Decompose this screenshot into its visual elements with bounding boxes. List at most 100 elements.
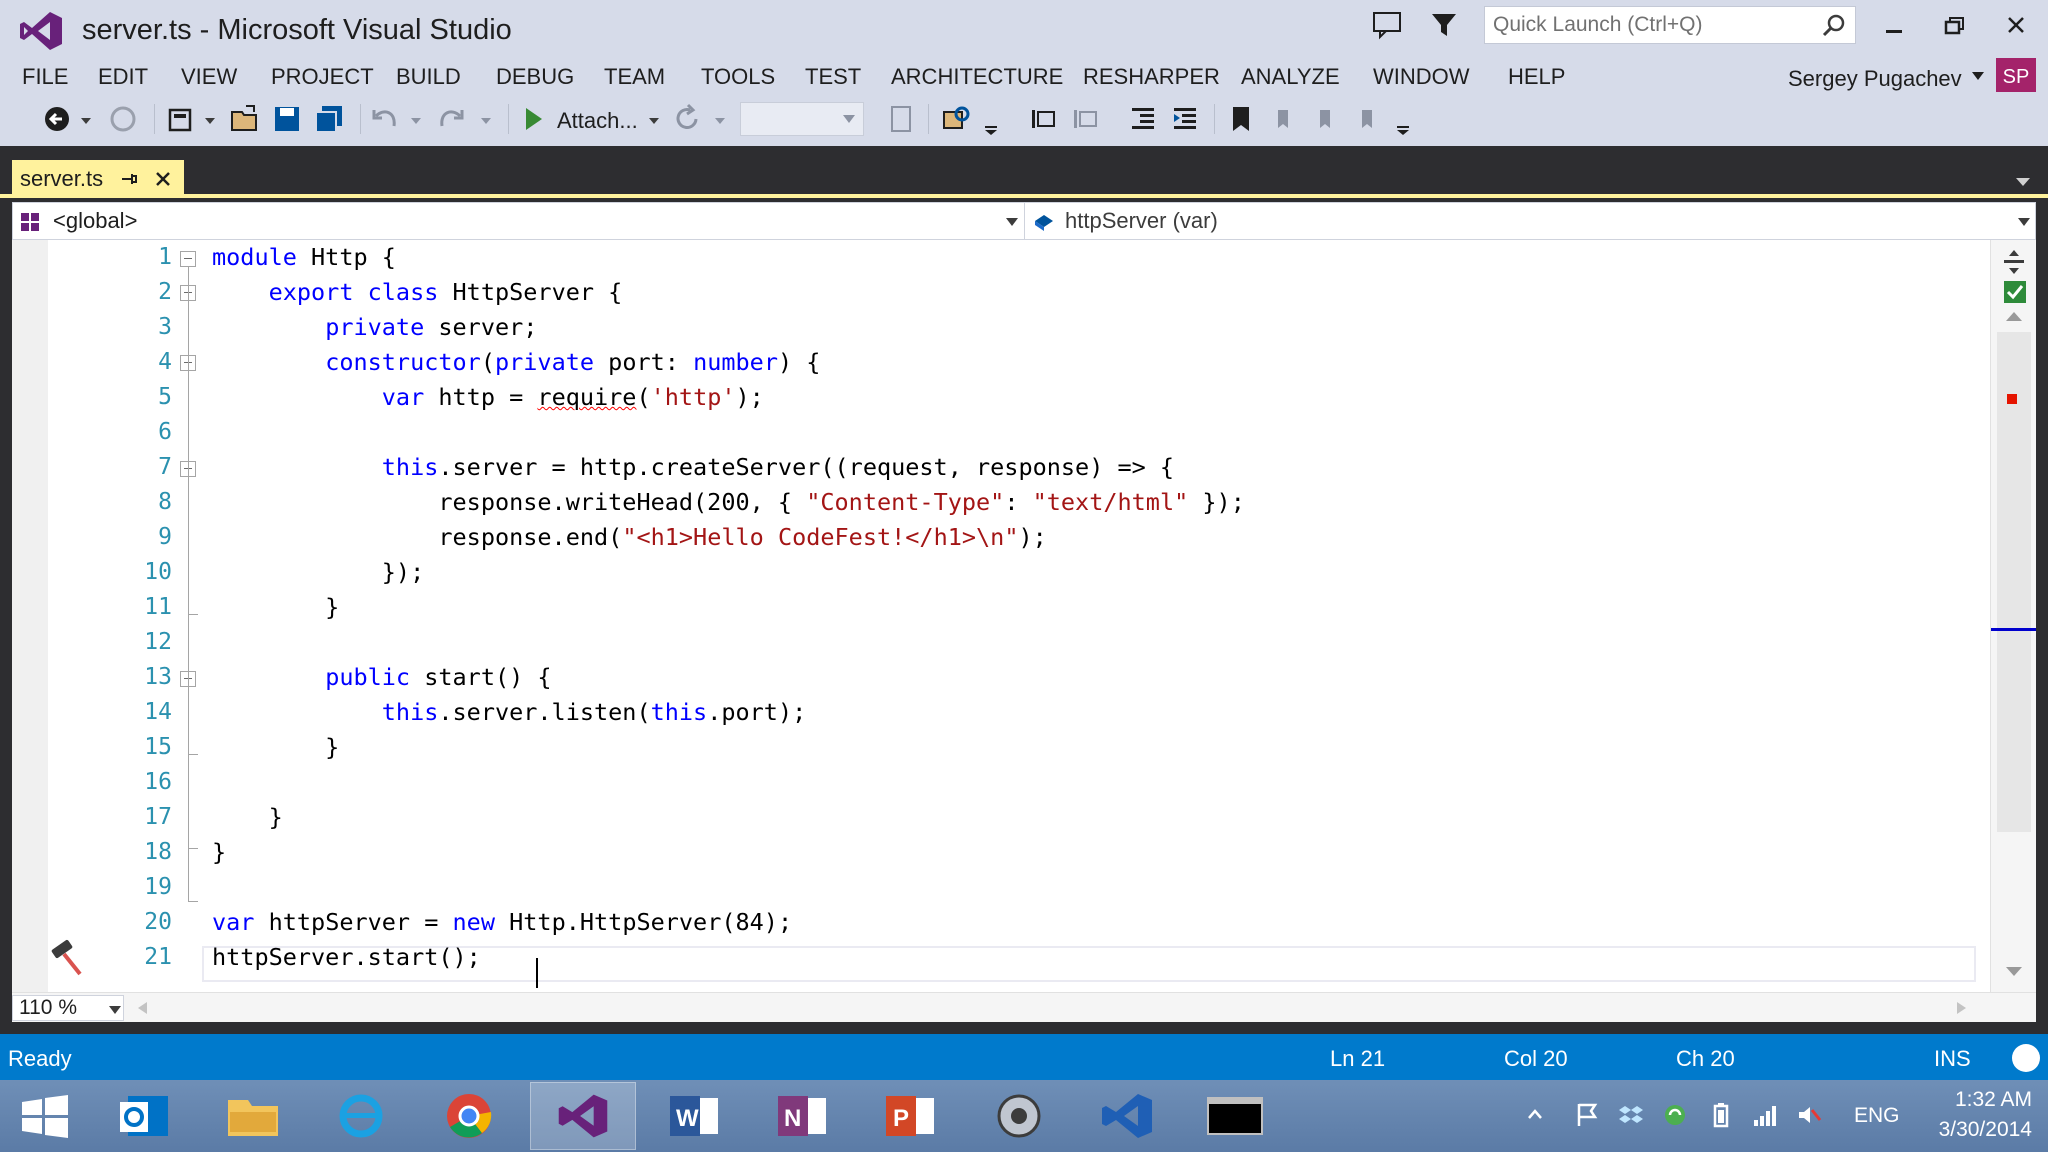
- save-all-icon[interactable]: [312, 102, 346, 136]
- code-line[interactable]: }: [212, 800, 283, 835]
- word-icon[interactable]: W: [640, 1082, 746, 1150]
- signal-icon[interactable]: [1752, 1102, 1778, 1128]
- outlook-icon[interactable]: [92, 1082, 198, 1150]
- redo-icon[interactable]: [434, 102, 468, 136]
- navigate-forward-icon[interactable]: [106, 102, 140, 136]
- chevron-down-icon[interactable]: [202, 102, 218, 136]
- solution-configuration-dropdown[interactable]: [740, 102, 864, 136]
- menu-view[interactable]: VIEW: [181, 64, 237, 90]
- chevron-down-icon[interactable]: [478, 102, 494, 136]
- code-line[interactable]: export class HttpServer {: [212, 275, 623, 310]
- open-file-icon[interactable]: [228, 102, 262, 136]
- increase-indent-icon[interactable]: [1168, 102, 1202, 136]
- tab-server-ts[interactable]: server.ts: [12, 160, 184, 198]
- find-in-files-icon[interactable]: [940, 102, 974, 136]
- scope-dropdown[interactable]: <global>: [13, 203, 1025, 239]
- code-editor[interactable]: 1 2 3 4 5 6 7 8 9 10 11 12 13 14 15 16 17 18 19 20 21 module…: [12, 240, 2036, 992]
- menu-debug[interactable]: DEBUG: [496, 64, 574, 90]
- chevron-down-icon[interactable]: [712, 102, 728, 136]
- code-line[interactable]: var httpServer = new Http.HttpServer(84)…: [212, 905, 792, 940]
- toolbar-overflow-icon[interactable]: [982, 102, 1000, 136]
- visual-studio-icon[interactable]: [530, 1082, 636, 1150]
- menu-architecture[interactable]: ARCHITECTURE: [891, 64, 1063, 90]
- code-line[interactable]: response.writeHead(200, { "Content-Type"…: [212, 485, 1244, 520]
- member-dropdown[interactable]: httpServer (var): [1027, 203, 2035, 239]
- previous-bookmark-icon[interactable]: [1266, 102, 1300, 136]
- scroll-down-icon[interactable]: [2005, 966, 2023, 978]
- code-line[interactable]: var http = require('http');: [212, 380, 764, 415]
- code-line[interactable]: private server;: [212, 310, 537, 345]
- scroll-up-icon[interactable]: [2005, 310, 2023, 322]
- network-tool-icon[interactable]: [966, 1082, 1072, 1150]
- chevron-down-icon[interactable]: [408, 102, 424, 136]
- quick-launch-input[interactable]: [1493, 11, 1803, 39]
- code-line[interactable]: this.server = http.createServer((request…: [212, 450, 1174, 485]
- internet-explorer-icon[interactable]: [308, 1082, 414, 1150]
- attach-button[interactable]: Attach...: [557, 108, 638, 134]
- search-icon[interactable]: [1821, 13, 1847, 39]
- comment-lines-icon[interactable]: [1026, 102, 1060, 136]
- tab-list-dropdown-icon[interactable]: [2014, 176, 2032, 188]
- battery-icon[interactable]: [1708, 1102, 1734, 1128]
- zoom-dropdown[interactable]: 110 %: [12, 995, 124, 1021]
- no-issues-check-icon[interactable]: [2003, 280, 2027, 304]
- close-window-button[interactable]: [1994, 8, 2038, 44]
- next-bookmark-icon[interactable]: [1308, 102, 1342, 136]
- menu-resharper[interactable]: RESHARPER: [1083, 64, 1220, 90]
- menu-build[interactable]: BUILD: [396, 64, 461, 90]
- menu-edit[interactable]: EDIT: [98, 64, 148, 90]
- code-line[interactable]: }: [212, 590, 339, 625]
- save-icon[interactable]: [270, 102, 304, 136]
- feedback-icon[interactable]: [1370, 10, 1404, 40]
- split-window-icon[interactable]: [2000, 248, 2028, 276]
- collapse-region-icon[interactable]: [180, 251, 196, 267]
- restore-button[interactable]: [1932, 8, 1976, 44]
- console-icon[interactable]: [1182, 1082, 1288, 1150]
- start-icon[interactable]: [0, 1082, 90, 1150]
- code-line[interactable]: public start() {: [212, 660, 551, 695]
- new-project-icon[interactable]: [164, 102, 198, 136]
- pin-icon[interactable]: [118, 168, 140, 190]
- chevron-down-icon[interactable]: [646, 102, 662, 136]
- code-line[interactable]: this.server.listen(this.port);: [212, 695, 806, 730]
- onenote-icon[interactable]: N: [748, 1082, 854, 1150]
- code-line[interactable]: module Http {: [212, 240, 396, 275]
- vertical-scrollbar[interactable]: [1990, 240, 2036, 992]
- undo-icon[interactable]: [368, 102, 402, 136]
- bookmark-icon[interactable]: [1224, 102, 1258, 136]
- menu-analyze[interactable]: ANALYZE: [1241, 64, 1340, 90]
- menu-window[interactable]: WINDOW: [1373, 64, 1470, 90]
- flag-icon[interactable]: [1574, 1102, 1600, 1128]
- input-language[interactable]: ENG: [1854, 1104, 1900, 1128]
- file-explorer-icon[interactable]: [200, 1082, 306, 1150]
- code-line[interactable]: httpServer.start();: [212, 940, 481, 975]
- chrome-icon[interactable]: [416, 1082, 522, 1150]
- navigate-back-icon[interactable]: [40, 102, 74, 136]
- error-marker[interactable]: [2007, 394, 2017, 404]
- scroll-left-icon[interactable]: [136, 1001, 148, 1015]
- code-line[interactable]: constructor(private port: number) {: [212, 345, 820, 380]
- code-line[interactable]: });: [212, 555, 424, 590]
- menu-project[interactable]: PROJECT: [271, 64, 374, 90]
- menu-tools[interactable]: TOOLS: [701, 64, 775, 90]
- code-line[interactable]: response.end("<h1>Hello CodeFest!</h1>\n…: [212, 520, 1046, 555]
- toolbar-overflow-icon[interactable]: [1394, 102, 1412, 136]
- close-tab-icon[interactable]: [152, 168, 174, 190]
- sync-icon[interactable]: [1662, 1102, 1688, 1128]
- chevron-down-icon[interactable]: [78, 102, 94, 136]
- scroll-right-icon[interactable]: [1956, 1001, 1968, 1015]
- uncomment-lines-icon[interactable]: [1068, 102, 1102, 136]
- menu-help[interactable]: HELP: [1508, 64, 1565, 90]
- user-name[interactable]: Sergey Pugachev: [1788, 66, 1962, 92]
- dropbox-icon[interactable]: [1618, 1102, 1644, 1128]
- menu-team[interactable]: TEAM: [604, 64, 665, 90]
- menu-file[interactable]: FILE: [22, 64, 68, 90]
- show-hidden-icons-icon[interactable]: [1526, 1102, 1544, 1128]
- page-icon[interactable]: [884, 102, 918, 136]
- code-text[interactable]: module Http { export class HttpServer { …: [212, 240, 1982, 992]
- code-line[interactable]: }: [212, 835, 226, 870]
- clock-time[interactable]: 1:32 AM: [1928, 1088, 2032, 1112]
- quick-launch-box[interactable]: [1484, 6, 1856, 44]
- avatar[interactable]: SP: [1996, 58, 2036, 96]
- clock-date[interactable]: 3/30/2014: [1916, 1118, 2032, 1142]
